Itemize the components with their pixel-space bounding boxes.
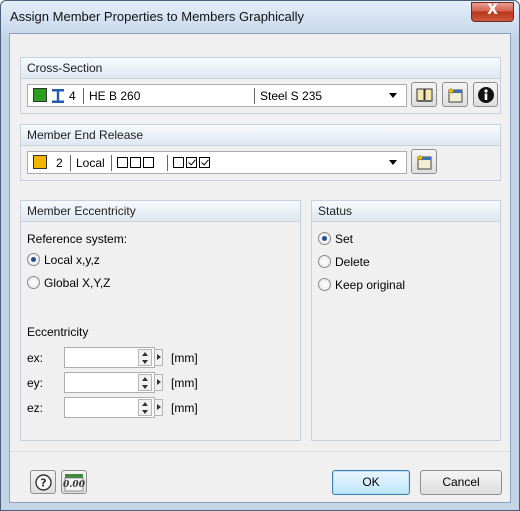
help-button[interactable]: ? [30,470,56,494]
cross-section-name: HE B 260 [89,89,141,103]
svg-text:?: ? [40,477,46,490]
dialog-window: Assign Member Properties to Members Grap… [0,0,520,511]
release-checkbox-icon [130,157,141,168]
radio-unselected-icon [318,278,331,291]
ok-button-label: OK [362,475,380,489]
close-icon: X [487,2,498,18]
member-end-release-group: Member End Release 2 Local [20,124,501,181]
ey-unit: [mm] [171,376,198,390]
member-end-release-select[interactable]: 2 Local [27,151,407,174]
ey-label: ey: [27,376,44,390]
library-icon [416,88,433,102]
ok-button[interactable]: OK [332,470,410,495]
ez-unit: [mm] [171,401,198,415]
chevron-down-icon[interactable] [389,93,397,98]
new-release-icon [416,154,432,170]
cancel-button-label: Cancel [442,475,480,489]
combo-separator [254,88,255,104]
combo-separator [111,155,112,171]
radio-unselected-icon [318,255,331,268]
units-button[interactable]: 0.00 [61,470,87,494]
radio-keep-original-label: Keep original [335,278,406,292]
ey-updown-icon[interactable] [138,374,152,391]
release-checkbox-icon [143,157,154,168]
ex-unit: [mm] [171,351,198,365]
ez-spinner[interactable] [64,397,164,418]
ex-label: ex: [27,351,44,365]
ex-spinner[interactable] [64,347,164,368]
ez-expand-icon[interactable] [154,399,163,416]
ex-updown-icon[interactable] [138,349,152,366]
ez-updown-icon[interactable] [138,399,152,416]
ez-label: ez: [27,401,44,415]
combo-separator [167,155,168,171]
radio-local-label: Local x,y,z [44,253,100,267]
ex-expand-icon[interactable] [154,349,163,366]
radio-selected-icon [27,253,40,266]
member-end-release-number: 2 [56,156,63,170]
cross-section-heading: Cross-Section [21,58,500,79]
status-heading: Status [312,201,500,222]
close-button[interactable]: X [471,2,514,22]
cross-section-group: Cross-Section 4 HE B 260 Steel S 235 [20,57,501,114]
cross-section-number: 4 [69,89,76,103]
new-cross-section-icon [447,87,463,103]
ey-spinner[interactable] [64,372,164,393]
cross-section-library-button[interactable] [411,82,437,107]
eccentricity-label: Eccentricity [27,325,89,339]
radio-unselected-icon [27,276,40,289]
ey-expand-icon[interactable] [154,374,163,391]
cross-section-material: Steel S 235 [260,89,323,103]
decimal-places-icon-text: 0.00 [63,480,85,490]
release-checkbox-checked-icon [186,157,197,168]
release-checkbox-icon [173,157,184,168]
window-title: Assign Member Properties to Members Grap… [10,9,305,24]
info-button[interactable] [473,82,498,107]
member-eccentricity-heading: Member Eccentricity [21,201,300,222]
new-member-end-release-button[interactable] [411,149,437,174]
chevron-down-icon[interactable] [389,160,397,165]
new-cross-section-button[interactable] [442,82,468,107]
radio-selected-icon [318,232,331,245]
start-release-checks [117,155,156,171]
cross-section-color-swatch [33,88,47,102]
title-bar: Assign Member Properties to Members Grap… [1,1,519,33]
release-checkbox-icon [117,157,128,168]
combo-separator [70,155,71,171]
cancel-button[interactable]: Cancel [420,470,502,495]
end-release-checks [173,155,212,171]
reference-system-label: Reference system: [27,232,128,246]
release-checkbox-checked-icon [199,157,210,168]
combo-separator [83,88,84,104]
dialog-client-area: Cross-Section 4 HE B 260 Steel S 235 Mem… [9,33,511,503]
i-beam-icon [52,89,64,103]
radio-global-label: Global X,Y,Z [44,276,111,290]
member-end-release-system: Local [76,156,105,170]
status-group: Status Set Delete Keep original [311,200,501,441]
footer-divider [10,451,510,452]
radio-delete-label: Delete [335,255,370,269]
cross-section-select[interactable]: 4 HE B 260 Steel S 235 [27,84,407,107]
member-eccentricity-group: Member Eccentricity Reference system: Lo… [20,200,301,441]
info-icon [478,87,494,103]
help-icon: ? [35,474,52,491]
member-end-release-color-swatch [33,155,47,169]
radio-set-label: Set [335,232,354,246]
member-end-release-heading: Member End Release [21,125,500,146]
